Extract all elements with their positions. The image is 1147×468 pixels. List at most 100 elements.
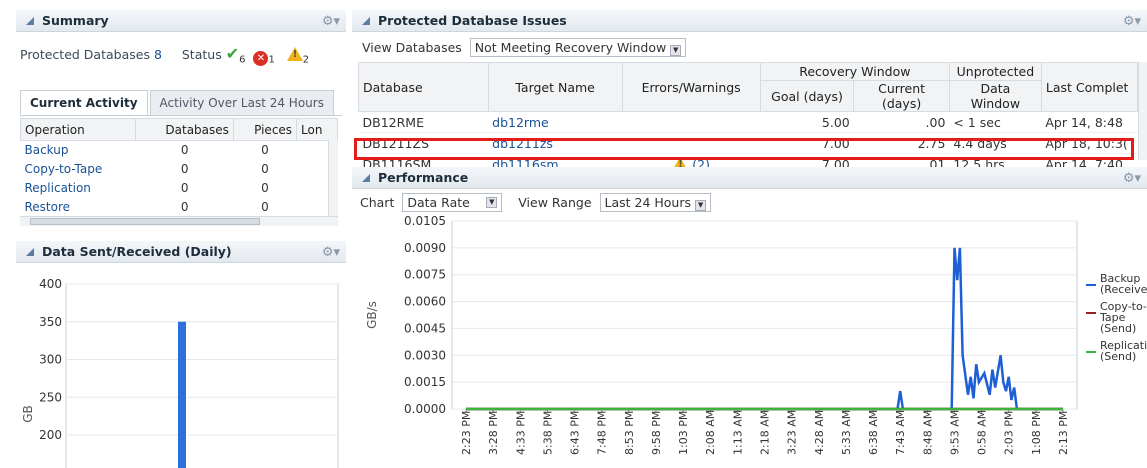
op-backup[interactable]: Backup — [21, 141, 136, 160]
view-databases-select[interactable]: Not Meeting Recovery Window ▼ — [469, 38, 687, 57]
window-cell: < 1 sec — [949, 111, 1042, 133]
cell: 0 — [261, 143, 269, 158]
issues-toolbar: View Databases Not Meeting Recovery Wind… — [362, 38, 687, 57]
table-row[interactable]: DB12RME db12rme 5.00 .00 < 1 sec Apr 14,… — [358, 111, 1138, 133]
collapse-icon[interactable] — [26, 16, 34, 25]
table-row: Restore 0 0 — [21, 198, 338, 217]
tab-activity-24h[interactable]: Activity Over Last 24 Hours — [149, 90, 334, 116]
plot-area — [65, 283, 339, 468]
cell: 0 — [180, 200, 189, 214]
col-pieces[interactable]: Pieces — [232, 118, 298, 141]
status-warn-count[interactable]: 2 — [303, 55, 309, 66]
collapse-icon[interactable] — [26, 247, 34, 256]
y-tick-label: 250 — [39, 390, 62, 404]
status-err-count[interactable]: 1 — [268, 55, 274, 66]
col-longest[interactable]: Lon — [296, 118, 338, 141]
op-copy-to-tape[interactable]: Copy-to-Tape — [21, 160, 136, 179]
y-tick-label: 400 — [39, 277, 62, 291]
issues-title: Protected Database Issues — [378, 13, 567, 28]
x-tick-label: 9:53 AM — [948, 410, 961, 455]
y-tick-label: 0.0045 — [404, 321, 446, 335]
horizontal-scrollbar[interactable] — [20, 216, 338, 226]
gear-icon[interactable]: ⚙▾ — [1123, 14, 1141, 29]
col-database[interactable]: Database — [358, 62, 489, 112]
y-axis-label: GB/s — [365, 301, 379, 329]
y-tick-label: 0.0105 — [404, 214, 446, 228]
status-label: Status — [181, 47, 222, 62]
summary-title: Summary — [42, 13, 109, 28]
error-icon: ✕ — [253, 51, 269, 66]
performance-toolbar: Chart Data Rate ▼ View Range Last 24 Hour… — [360, 193, 712, 212]
issues-scrollbar[interactable] — [1138, 62, 1147, 160]
table-row: Copy-to-Tape 0 0 — [21, 160, 338, 179]
x-tick-label: 8:53 PM — [623, 411, 636, 455]
data-sent-title: Data Sent/Received (Daily) — [42, 244, 232, 259]
plot-area — [451, 220, 1078, 410]
col-current[interactable]: Current (days) — [853, 80, 950, 112]
legend-item-replication[interactable]: Replication(Send) — [1086, 340, 1147, 362]
col-last[interactable]: Last Complet — [1040, 62, 1139, 112]
performance-chart: 0.0105 0.0090 0.0075 0.0060 0.0045 0.0030 0.00… — [365, 214, 1078, 455]
activity-table: Operation Databases Pieces Lon Backup 0 … — [19, 118, 338, 217]
protected-label: Protected Databases — [20, 47, 150, 62]
legend-sublabel: (Send) — [1100, 350, 1137, 363]
x-tick-label: 3:28 PM — [487, 411, 500, 455]
chart-label: Chart — [360, 195, 395, 210]
collapse-icon[interactable] — [362, 16, 370, 25]
view-range-select[interactable]: Last 24 Hours ▼ — [599, 193, 712, 212]
status-ok-count[interactable]: 6 — [239, 55, 245, 66]
tab-current-activity[interactable]: Current Activity — [20, 90, 148, 116]
data-sent-panel: Data Sent/Received (Daily) ⚙▾ 400 350 300 2… — [16, 241, 346, 468]
data-sent-header: Data Sent/Received (Daily) ⚙▾ — [16, 241, 346, 263]
col-databases[interactable]: Databases — [135, 118, 234, 141]
y-tick-label: 0.0090 — [404, 241, 446, 255]
cell: 0 — [180, 162, 189, 176]
gear-icon[interactable]: ⚙▾ — [1123, 171, 1141, 186]
y-tick-label: 0.0075 — [404, 268, 446, 282]
cell: 0 — [261, 181, 269, 195]
legend-swatch — [1086, 351, 1096, 353]
y-tick-label: 350 — [39, 315, 62, 329]
legend-item-backup[interactable]: Backup (Receive) — [1086, 273, 1147, 295]
scroll-thumb[interactable] — [30, 218, 260, 225]
col-operation[interactable]: Operation — [19, 118, 137, 141]
chevron-down-icon: ▼ — [486, 197, 498, 208]
gear-icon[interactable]: ⚙▾ — [322, 245, 340, 260]
check-icon: ✔ — [225, 44, 240, 63]
y-tick-label: 0.0000 — [404, 402, 446, 416]
row-highlight — [354, 138, 1134, 160]
y-tick-label: 300 — [39, 353, 62, 367]
summary-header: Summary ⚙▾ — [16, 10, 346, 32]
performance-panel: Performance ⚙▾ Chart Data Rate ▼ View Ran… — [352, 167, 1147, 468]
x-tick-label: 4:28 AM — [813, 410, 826, 455]
target-link[interactable]: db12rme — [488, 111, 623, 133]
op-replication[interactable]: Replication — [21, 179, 136, 198]
current-cell: .00 — [853, 111, 950, 133]
col-errors[interactable]: Errors/Warnings — [621, 62, 761, 112]
vertical-scrollbar[interactable] — [328, 140, 338, 216]
x-tick-label: 7:43 AM — [894, 410, 907, 455]
legend-item-copy-to-tape[interactable]: Copy-to-Tape (Send) — [1086, 301, 1147, 334]
protected-count[interactable]: 8 — [154, 47, 162, 62]
cell: 0 — [180, 181, 189, 195]
x-tick-label: 5:33 AM — [840, 410, 853, 455]
gear-icon[interactable]: ⚙▾ — [322, 14, 340, 29]
table-row: Backup 0 0 — [21, 141, 338, 160]
errors-cell — [622, 111, 761, 133]
op-restore[interactable]: Restore — [21, 198, 136, 217]
activity-tabs: Current Activity Activity Over Last 24 H… — [20, 90, 336, 116]
x-tick-label: 5:38 PM — [541, 411, 554, 455]
col-target[interactable]: Target Name — [487, 62, 623, 112]
col-goal[interactable]: Goal (days) — [759, 80, 855, 112]
x-tick-label: 2:18 AM — [759, 410, 772, 455]
col-data-window[interactable]: Data Window — [948, 80, 1042, 112]
y-tick-label: 200 — [39, 428, 62, 442]
view-range-label: View Range — [518, 195, 592, 210]
x-tick-label: 0:58 AM — [976, 410, 989, 455]
col-recovery-window: Recovery Window — [759, 62, 950, 81]
collapse-icon[interactable] — [362, 173, 370, 182]
x-tick-label: 1:13 AM — [731, 410, 744, 455]
chart-select[interactable]: Data Rate ▼ — [402, 193, 503, 212]
legend-label: Copy-to-Tape — [1100, 300, 1147, 324]
chevron-down-icon: ▼ — [695, 200, 707, 211]
